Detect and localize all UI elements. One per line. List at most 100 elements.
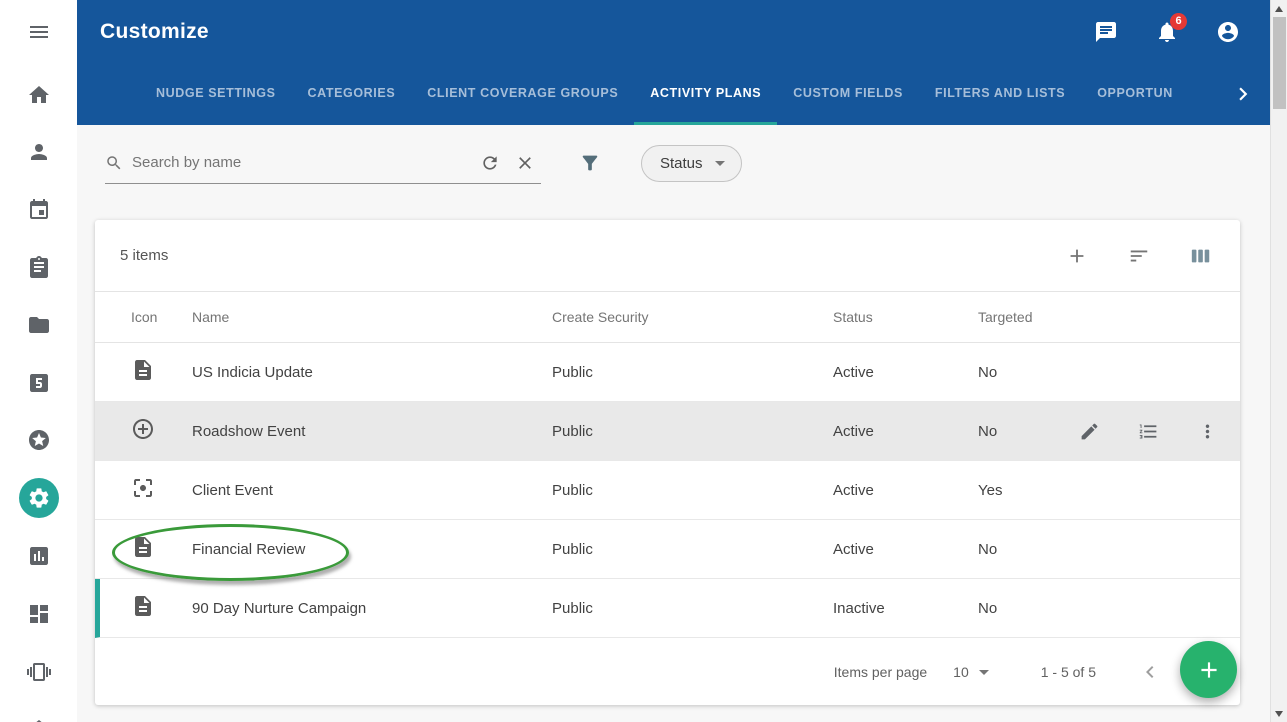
row-targeted: Yes [978, 482, 1240, 499]
sidebar-item-calendar[interactable] [19, 190, 59, 230]
document-icon [131, 535, 155, 559]
chevron-right-icon[interactable] [1230, 81, 1256, 107]
activity-plans-card: 5 items Icon Name Create Security Status… [95, 220, 1240, 705]
search-input[interactable] [132, 154, 471, 171]
more-vertical-icon[interactable] [1197, 421, 1218, 442]
row-name: US Indicia Update [192, 364, 552, 381]
plus-circle-icon [131, 417, 155, 441]
scrollbar-thumb[interactable] [1273, 17, 1286, 109]
tab-filters-and-lists[interactable]: FILTERS AND LISTS [919, 63, 1081, 125]
row-create-security: Public [552, 541, 833, 558]
chat-icon[interactable] [1094, 20, 1118, 44]
document-icon [131, 358, 155, 382]
number-5-icon [27, 371, 51, 395]
row-name: 90 Day Nurture Campaign [192, 600, 552, 617]
row-icon-cell [131, 535, 192, 563]
sidebar-item-settings-active[interactable] [19, 478, 59, 518]
sidebar-item-tasks[interactable] [19, 247, 59, 287]
chevron-down-icon [715, 161, 725, 166]
account-avatar-icon[interactable] [1216, 20, 1240, 44]
tab-client-coverage-groups[interactable]: CLIENT COVERAGE GROUPS [411, 63, 634, 125]
sidebar-item-home[interactable] [19, 75, 59, 115]
add-fab-button[interactable] [1180, 641, 1237, 698]
filter-bar: Status [77, 125, 1270, 201]
sidebar-item-favorites[interactable] [19, 420, 59, 460]
row-icon-cell [131, 417, 192, 445]
items-per-page-select[interactable]: 10 [953, 664, 989, 680]
bar-chart-icon [27, 544, 51, 568]
menu-icon[interactable] [19, 12, 59, 52]
row-create-security: Public [552, 364, 833, 381]
close-icon[interactable] [515, 153, 535, 173]
row-status: Active [833, 423, 978, 440]
row-actions [1079, 402, 1218, 460]
row-targeted: No [978, 364, 1240, 381]
sidebar-item-files[interactable] [19, 305, 59, 345]
tab-nudge-settings[interactable]: NUDGE SETTINGS [140, 63, 292, 125]
chevron-left-icon[interactable] [1138, 660, 1162, 684]
plus-icon [1196, 657, 1222, 683]
column-header-targeted[interactable]: Targeted [978, 309, 1240, 325]
row-status: Active [833, 364, 978, 381]
refresh-icon[interactable] [480, 153, 500, 173]
sidebar-item-reports[interactable] [19, 536, 59, 576]
column-header-status[interactable]: Status [833, 309, 978, 325]
pagination-bar: Items per page 10 1 - 5 of 5 [95, 639, 1240, 705]
tab-custom-fields[interactable]: CUSTOM FIELDS [777, 63, 919, 125]
column-header-icon[interactable]: Icon [131, 309, 192, 325]
sidebar-item-five[interactable] [19, 363, 59, 403]
sidebar-item-contacts[interactable] [19, 132, 59, 172]
tab-opportunities[interactable]: OPPORTUN [1081, 63, 1189, 125]
numbered-list-icon[interactable] [1138, 421, 1159, 442]
row-create-security: Public [552, 600, 833, 617]
column-header-name[interactable]: Name [192, 309, 552, 325]
status-filter-label: Status [660, 155, 703, 172]
row-name: Financial Review [192, 541, 552, 558]
dashboard-icon [27, 602, 51, 626]
chevron-down-icon [979, 670, 989, 675]
items-per-page-label: Items per page [834, 664, 927, 680]
app-header: Customize 6 NUDGE SETTINGS CATEGORIES CL… [77, 0, 1270, 125]
layers-icon [27, 718, 51, 722]
row-status: Active [833, 541, 978, 558]
column-header-create-security[interactable]: Create Security [552, 309, 833, 325]
notifications-bell-icon[interactable]: 6 [1155, 20, 1179, 44]
header-actions: 6 [1094, 20, 1240, 44]
settings-gear-icon [27, 486, 51, 510]
phone-vibrate-icon [27, 660, 51, 684]
table-header-row: Icon Name Create Security Status Targete… [95, 291, 1240, 343]
row-icon-cell [131, 476, 192, 504]
notification-badge: 6 [1170, 13, 1187, 30]
row-status: Active [833, 482, 978, 499]
row-create-security: Public [552, 482, 833, 499]
filter-funnel-icon[interactable] [579, 152, 601, 174]
columns-icon[interactable] [1190, 245, 1212, 267]
sidebar-item-dashboard[interactable] [19, 594, 59, 634]
table-row[interactable]: US Indicia Update Public Active No [95, 343, 1240, 402]
sort-icon[interactable] [1128, 245, 1150, 267]
page-range: 1 - 5 of 5 [1041, 664, 1096, 680]
vertical-scrollbar[interactable] [1270, 0, 1287, 722]
add-icon[interactable] [1066, 245, 1088, 267]
person-icon [27, 140, 51, 164]
page-title: Customize [100, 20, 209, 44]
row-name: Client Event [192, 482, 552, 499]
row-status: Inactive [833, 600, 978, 617]
tab-activity-plans[interactable]: ACTIVITY PLANS [634, 63, 777, 125]
table-row[interactable]: Financial Review Public Active No [95, 520, 1240, 579]
table-row[interactable]: 90 Day Nurture Campaign Public Inactive … [95, 579, 1240, 638]
edit-pencil-icon[interactable] [1079, 421, 1100, 442]
items-count: 5 items [120, 247, 168, 264]
status-filter-chip[interactable]: Status [641, 145, 742, 182]
table-toolbar-icons [1066, 245, 1212, 267]
scroll-down-arrow-icon[interactable] [1271, 705, 1287, 722]
scroll-up-arrow-icon[interactable] [1271, 0, 1287, 17]
tab-categories[interactable]: CATEGORIES [292, 63, 412, 125]
sidebar-item-partial[interactable] [19, 710, 59, 722]
table-row[interactable]: Client Event Public Active Yes [95, 461, 1240, 520]
left-sidebar [0, 0, 77, 722]
row-create-security: Public [552, 423, 833, 440]
table-row[interactable]: Roadshow Event Public Active No [95, 402, 1240, 461]
calendar-icon [27, 198, 51, 222]
sidebar-item-mobile[interactable] [19, 652, 59, 692]
